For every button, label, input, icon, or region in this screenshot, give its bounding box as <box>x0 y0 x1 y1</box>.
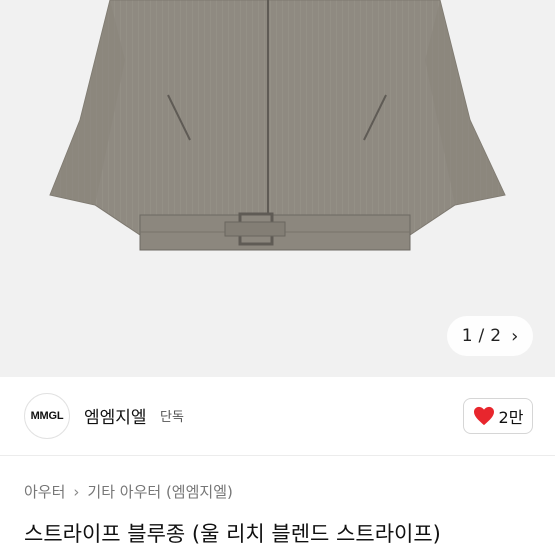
seller-logo[interactable]: MMGL <box>24 393 70 439</box>
like-button[interactable]: 2만 <box>463 398 533 434</box>
image-pager[interactable]: 1 / 2 › <box>447 316 533 356</box>
breadcrumb-item-category[interactable]: 아우터 <box>24 481 65 502</box>
breadcrumb-item-subcategory[interactable]: 기타 아우터 (엠엠지엘) <box>87 481 232 502</box>
seller-logo-text: MMGL <box>30 410 64 422</box>
breadcrumb: 아우터 › 기타 아우터 (엠엠지엘) <box>24 481 233 502</box>
seller-name[interactable]: 엠엠지엘 <box>84 403 147 428</box>
like-count: 2만 <box>498 408 524 427</box>
pager-separator: / <box>478 326 485 346</box>
heart-icon <box>473 406 494 426</box>
product-image-gallery[interactable]: 1 / 2 › <box>0 0 555 377</box>
pager-current: 1 <box>461 326 473 346</box>
seller-badge: 단독 <box>160 410 184 425</box>
divider <box>0 455 555 456</box>
chevron-right-icon[interactable]: › <box>511 326 518 347</box>
chevron-right-icon: › <box>73 482 80 501</box>
pager-total: 2 <box>490 326 502 346</box>
product-title: 스트라이프 블루종 (울 리치 블렌드 스트라이프) <box>24 522 441 546</box>
